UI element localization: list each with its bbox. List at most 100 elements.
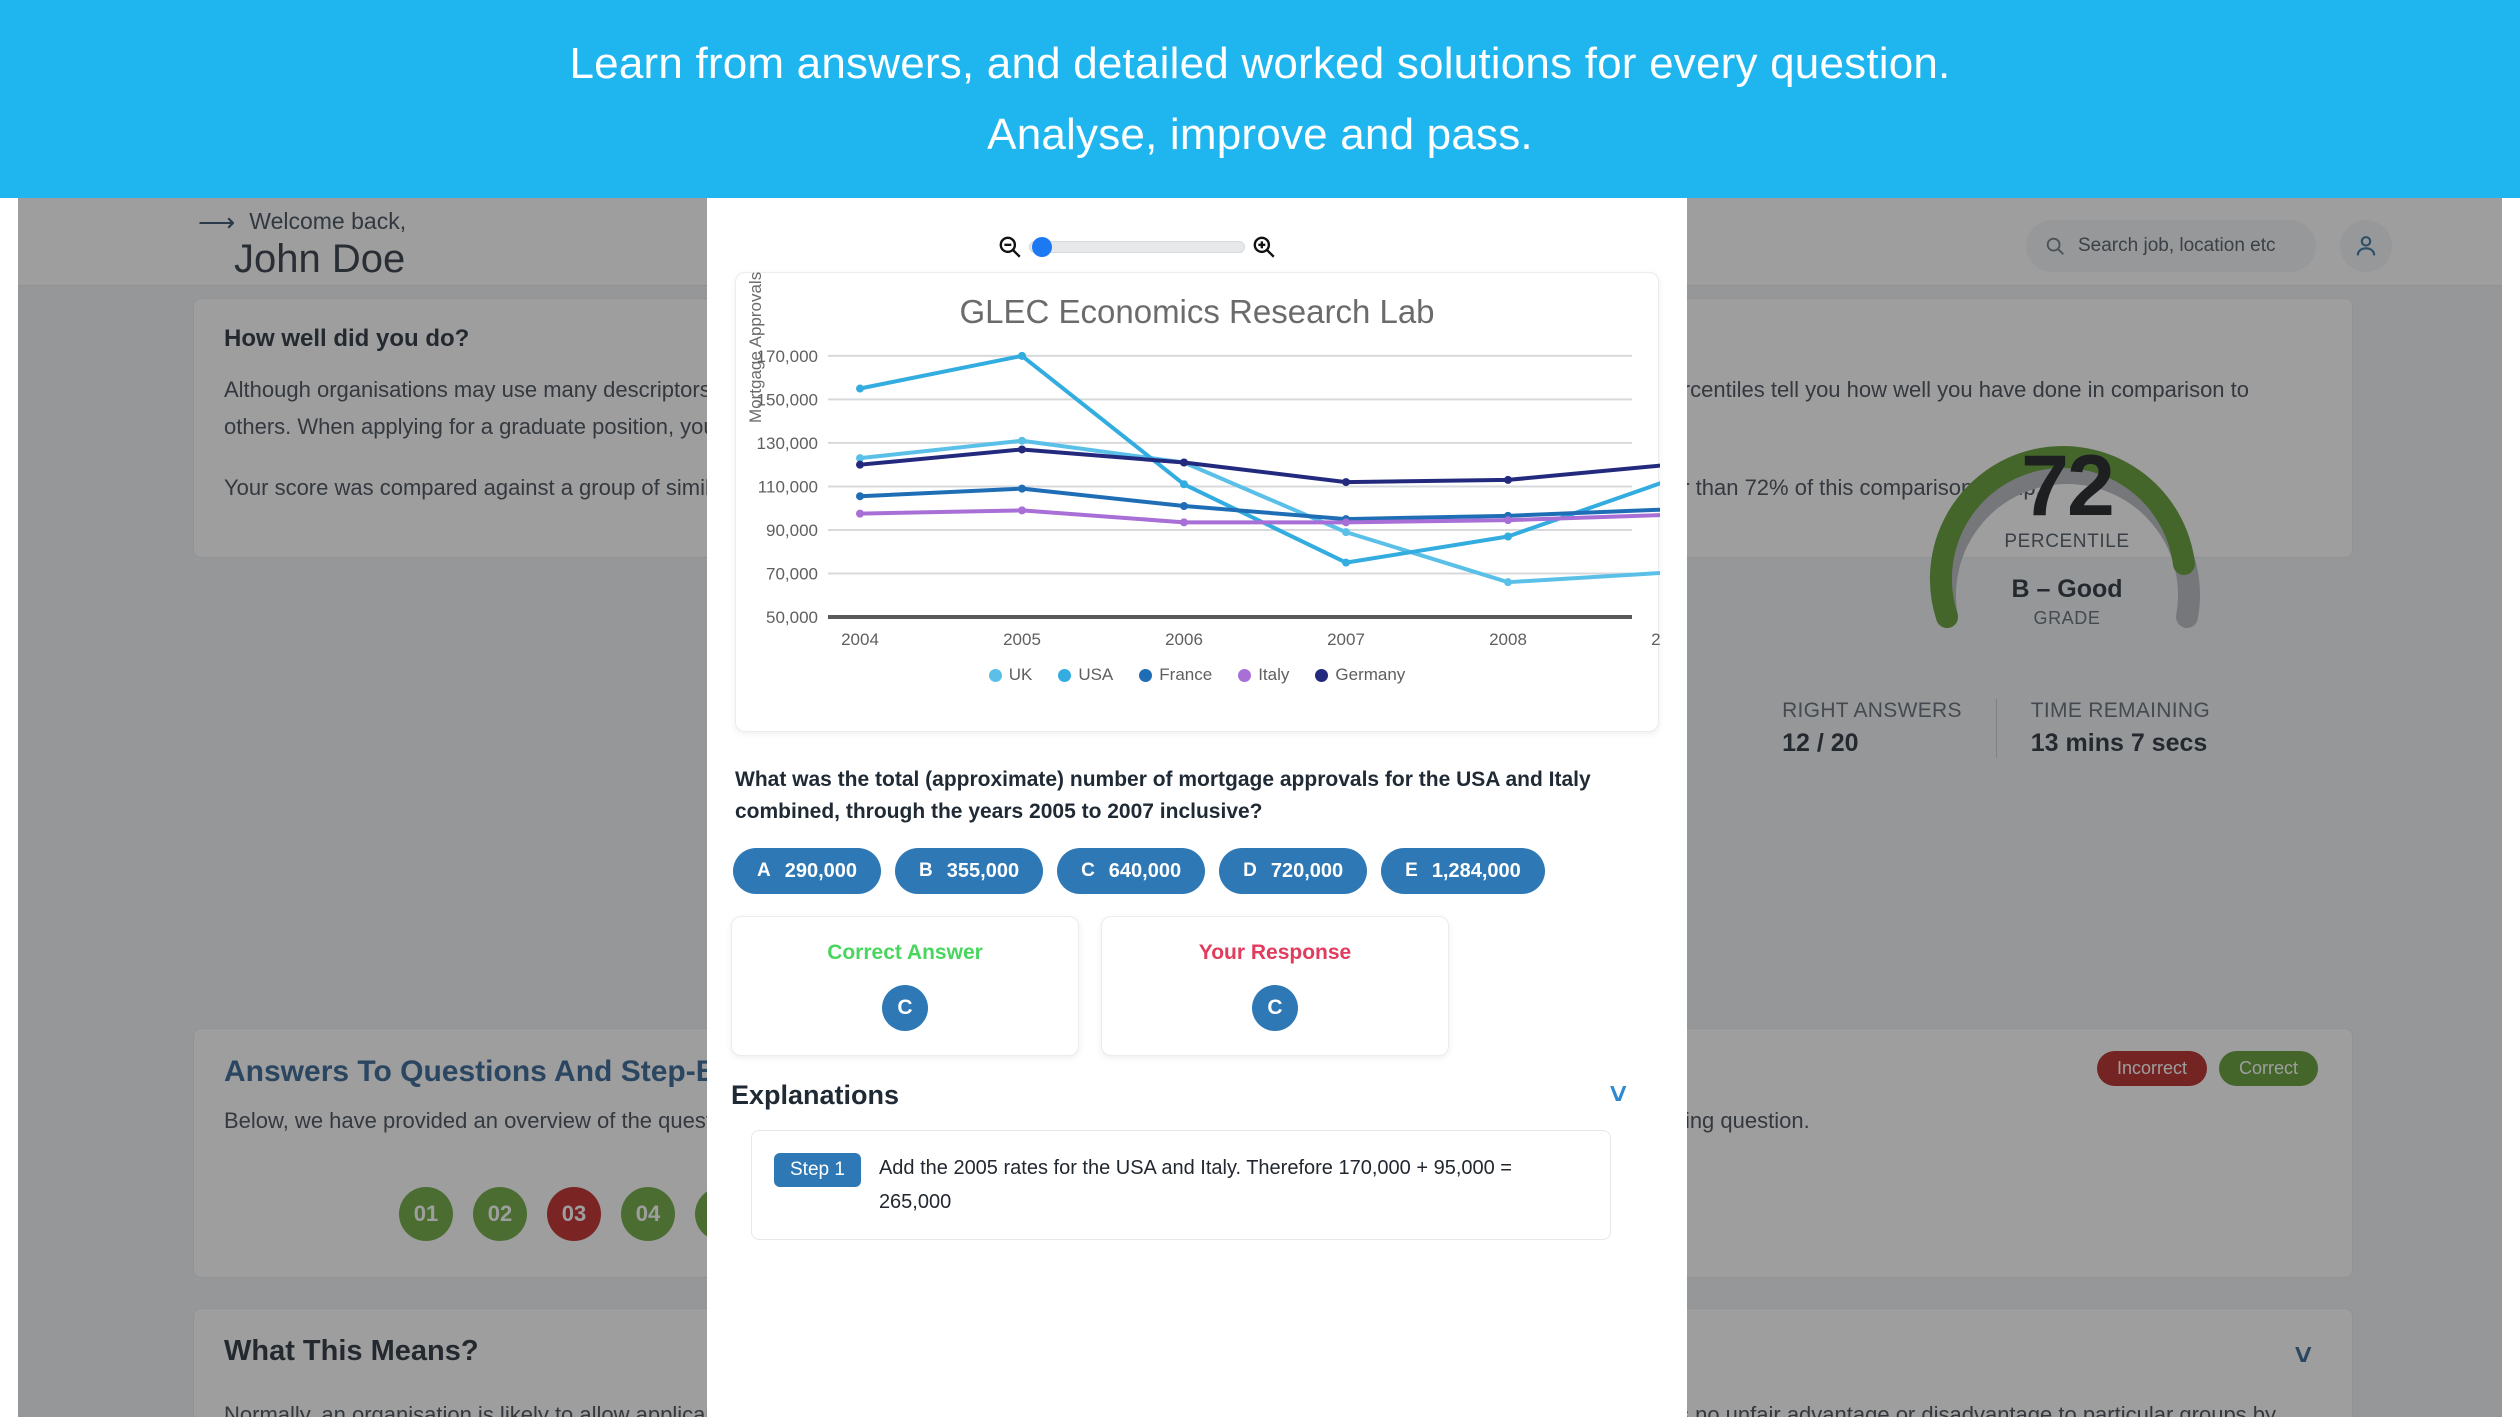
chart-legend-swatch	[988, 668, 1002, 682]
chart-data-point	[1018, 445, 1026, 454]
chart-legend-label: Germany	[1335, 665, 1406, 684]
chart-x-tick-label: 2008	[1489, 630, 1527, 649]
answer-option-d[interactable]: D 720,000	[1219, 848, 1368, 894]
correct-answer-title: Correct Answer	[827, 941, 983, 964]
chart-series-line	[858, 447, 1672, 485]
chart-y-tick-label: 70,000	[766, 564, 818, 583]
question-result-dot[interactable]: 01	[399, 1187, 453, 1241]
answer-option-b[interactable]: B 355,000	[895, 848, 1044, 894]
option-key: C	[1081, 860, 1095, 881]
percentile-gauge: 72 PERCENTILE B – Good GRADE	[1902, 359, 2232, 639]
arrow-right-icon: ⟶	[198, 206, 236, 237]
chart-data-point	[1342, 558, 1350, 567]
chart-data-point	[856, 384, 864, 393]
avatar[interactable]	[2340, 220, 2392, 272]
chart-series-line	[858, 353, 1672, 565]
chart-legend-label: France	[1159, 665, 1213, 684]
chart-data-point	[1180, 480, 1188, 489]
chevron-down-icon[interactable]: ˅	[2294, 1339, 2312, 1373]
chart-y-tick-label: 50,000	[766, 608, 818, 627]
option-value: 1,284,000	[1431, 859, 1521, 882]
search-input[interactable]: Search job, location etc	[2026, 220, 2316, 272]
chart-legend-swatch	[1058, 668, 1072, 682]
chart-data-point	[1504, 516, 1512, 525]
stat-label: RIGHT ANSWERS	[1782, 699, 1962, 722]
option-value: 720,000	[1270, 859, 1344, 882]
chart-data-point	[856, 492, 864, 501]
chart-y-tick-label: 90,000	[766, 521, 818, 540]
chart-legend-swatch	[1139, 668, 1153, 682]
chart-data-point	[1180, 502, 1188, 511]
option-value: 640,000	[1108, 859, 1182, 882]
welcome-block: ⟶ Welcome back, John Doe	[198, 208, 406, 282]
answer-option-e[interactable]: E 1,284,000	[1381, 848, 1545, 894]
chart-legend-item: Italy	[1238, 665, 1289, 685]
chart-data-point	[856, 460, 864, 469]
gauge-grade: B – Good	[2011, 575, 2123, 603]
chart-zoom-control[interactable]	[997, 234, 1277, 260]
chart-data-point	[1018, 506, 1026, 515]
option-key: B	[919, 860, 933, 881]
option-key: D	[1243, 860, 1257, 881]
chart-y-tick-label: 110,000	[758, 477, 818, 496]
chart-x-tick-label: 2005	[1003, 630, 1041, 649]
question-result-dot[interactable]: 03	[547, 1187, 601, 1241]
chart-y-axis-label: Mortgage Approvals	[746, 271, 765, 423]
legend-incorrect-badge: Incorrect	[2096, 1051, 2207, 1086]
option-value: 290,000	[784, 859, 858, 882]
chart-data-point	[1018, 484, 1026, 493]
chart-x-tick-label: 2009	[1651, 630, 1660, 649]
magnifier-minus-icon[interactable]	[997, 234, 1023, 260]
chart-title: GLEC Economics Research Lab	[959, 293, 1435, 330]
question-text: What was the total (approximate) number …	[735, 768, 1591, 823]
option-key: E	[1405, 860, 1418, 881]
line-chart: 50,00070,00090,000110,000130,000150,0001…	[757, 347, 1687, 649]
question-result-dot[interactable]: 04	[621, 1187, 675, 1241]
your-response-letter: C	[1252, 985, 1298, 1031]
chart-x-tick-label: 2006	[1165, 630, 1203, 649]
chart-data-point	[856, 509, 864, 518]
welcome-label: Welcome back,	[249, 208, 407, 234]
chart-legend-item: UK	[988, 665, 1032, 685]
explanation-step: Step 1 Add the 2005 rates for the USA an…	[751, 1130, 1611, 1240]
chart-data-point	[1018, 436, 1026, 445]
explanations-header[interactable]: Explanations ˅	[731, 1078, 1667, 1112]
chart-data-point	[1504, 578, 1512, 587]
chevron-down-icon[interactable]: ˅	[1609, 1078, 1627, 1112]
step-badge: Step 1	[774, 1153, 861, 1187]
legend-correct-badge: Correct	[2218, 1051, 2318, 1086]
answer-summary-row: Correct Answer C Your Response C	[731, 916, 1449, 1056]
stat-value: 13 mins 7 secs	[2030, 729, 2208, 757]
chart-card: GLEC Economics Research Lab Mortgage App…	[735, 271, 1687, 732]
chart-legend-item: Germany	[1315, 665, 1405, 685]
chart-data-point	[1504, 475, 1512, 484]
question-result-dot[interactable]: 02	[473, 1187, 527, 1241]
chart-legend-item: USA	[1058, 665, 1113, 685]
chart-data-point	[1342, 528, 1350, 537]
answer-option-c[interactable]: C 640,000	[1057, 848, 1206, 894]
chart-data-point	[1504, 532, 1512, 541]
correct-answer-card: Correct Answer C	[731, 916, 1079, 1056]
stat-label: TIME REMAINING	[2030, 699, 2210, 722]
stat-right-answers: RIGHT ANSWERS 12 / 20	[1782, 699, 1996, 758]
chart-legend-item: France	[1139, 665, 1212, 685]
stat-value: 12 / 20	[1782, 729, 1859, 757]
answer-option-a[interactable]: A 290,000	[733, 848, 882, 894]
option-key: A	[757, 860, 771, 881]
answer-options: A 290,000 B 355,000 C 640,000 D 720,000 E 1,284,0…	[733, 848, 1545, 894]
zoom-slider[interactable]	[1029, 237, 1245, 257]
magnifier-plus-icon[interactable]	[1251, 234, 1277, 260]
correct-answer-letter: C	[882, 985, 928, 1031]
chart-legend: UK USA France Italy Germany	[736, 665, 1658, 685]
question-review-modal: GLEC Economics Research Lab Mortgage App…	[707, 198, 1687, 1417]
gauge-grade-caption: GRADE	[2033, 608, 2101, 628]
promo-line-1: Learn from answers, and detailed worked …	[569, 39, 1951, 88]
chart-data-point	[1018, 351, 1026, 360]
chart-y-tick-label: 130,000	[757, 434, 818, 453]
chart-legend-swatch	[1238, 668, 1252, 682]
chart-data-point	[1342, 518, 1350, 527]
your-response-title: Your Response	[1198, 941, 1352, 964]
zoom-slider-thumb[interactable]	[1032, 237, 1052, 257]
chart-legend-label: USA	[1078, 665, 1114, 684]
promo-line-2: Analyse, improve and pass.	[987, 110, 1533, 159]
